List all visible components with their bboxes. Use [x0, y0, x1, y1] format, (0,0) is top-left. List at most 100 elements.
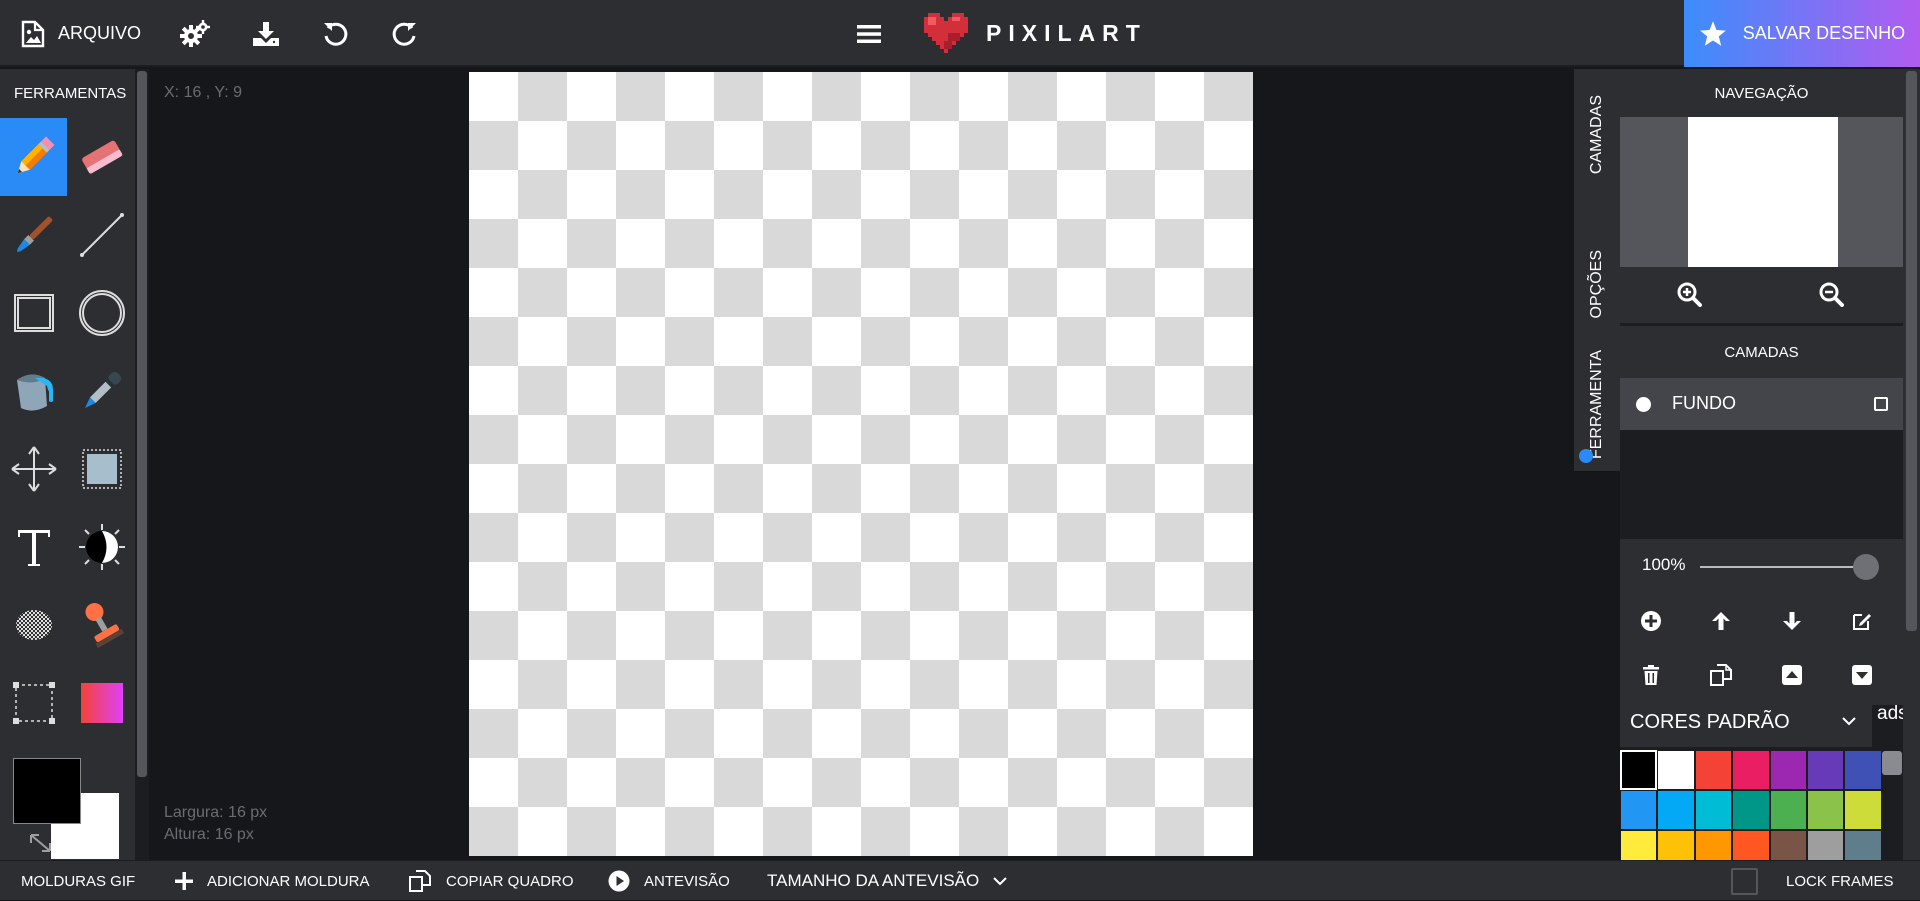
layers-title: CAMADAS [1620, 326, 1903, 378]
eyedropper-icon [84, 371, 121, 408]
download-icon [253, 21, 279, 46]
redo-button[interactable] [390, 0, 418, 67]
color-swatch[interactable] [1806, 750, 1845, 790]
download-button[interactable] [252, 0, 280, 67]
color-swatch[interactable] [1620, 750, 1658, 790]
gif-frames-label: MOLDURAS GIF [21, 872, 136, 890]
lighten-darken-icon [78, 524, 125, 570]
line-icon [79, 213, 124, 257]
tool-lighten[interactable] [68, 508, 135, 586]
merge-layer-up-button[interactable] [1772, 655, 1812, 695]
zoom-in-button[interactable] [1676, 281, 1702, 312]
layer-opacity-thumb[interactable] [1853, 554, 1879, 580]
tool-rectangle[interactable] [0, 274, 67, 352]
pixilart-logo[interactable]: PIXILART [924, 12, 1147, 54]
add-layer-button[interactable] [1631, 601, 1671, 641]
color-swatch[interactable] [1844, 790, 1882, 830]
tool-line[interactable] [68, 196, 135, 274]
tool-circle[interactable] [68, 274, 135, 352]
undo-button[interactable] [322, 0, 350, 67]
tab-tool-label: FERRAMENTA [1588, 350, 1605, 460]
color-swatch[interactable] [1694, 750, 1733, 790]
navigation-preview-area [1620, 117, 1903, 267]
tab-options[interactable]: OPÇÕES [1574, 224, 1620, 344]
file-menu-label: ARQUIVO [58, 23, 142, 43]
tools-scrollbar[interactable] [135, 69, 149, 860]
tool-dither[interactable] [0, 586, 67, 664]
right-panel-scrollbar[interactable] [1903, 69, 1920, 860]
lock-frames-checkbox[interactable]: LOCK FRAMES [1731, 861, 1894, 901]
move-layer-down-button[interactable] [1772, 601, 1812, 641]
swap-colors-icon[interactable] [28, 832, 54, 859]
tool-brush[interactable] [0, 196, 67, 274]
tool-crop[interactable] [0, 664, 67, 742]
copy-frame-button[interactable]: COPIAR QUADRO [408, 861, 574, 901]
color-swatch[interactable] [1769, 750, 1807, 790]
tab-options-label: OPÇÕES [1588, 249, 1605, 319]
save-drawing-button[interactable]: SALVAR DESENHO [1684, 0, 1920, 67]
tool-text[interactable] [0, 508, 67, 586]
color-swatch[interactable] [1732, 750, 1770, 790]
tool-gradient[interactable] [68, 664, 135, 742]
color-swatch[interactable] [1806, 790, 1845, 830]
color-swatch[interactable] [1620, 790, 1658, 830]
gradient-icon [80, 683, 123, 723]
arrow-down-icon [1783, 612, 1801, 630]
canvas-height: Altura: 16 px [164, 826, 254, 843]
layer-select-checkbox[interactable] [1874, 397, 1888, 411]
move-layer-up-button[interactable] [1701, 601, 1741, 641]
main-menu-button[interactable] [856, 0, 882, 67]
color-swatch[interactable] [1657, 750, 1695, 790]
layer-opacity-slider[interactable] [1700, 566, 1868, 568]
tool-eraser[interactable] [68, 118, 135, 196]
color-swatch[interactable] [1769, 790, 1807, 830]
file-menu-button[interactable]: ARQUIVO [20, 0, 141, 67]
tools-scrollbar-thumb[interactable] [137, 71, 147, 777]
pixel-heart-icon [924, 13, 968, 53]
palette-title: CORES PADRÃO [1630, 711, 1790, 733]
layer-item[interactable]: FUNDO [1620, 378, 1903, 430]
tab-layers[interactable]: CAMADAS [1574, 75, 1620, 195]
navigation-preview[interactable] [1688, 117, 1838, 267]
tab-layers-label: CAMADAS [1588, 95, 1605, 175]
tool-pencil[interactable] [0, 118, 67, 196]
color-swatch[interactable] [1694, 790, 1733, 830]
preview-size-dropdown[interactable]: TAMANHO DA ANTEVISÃO [767, 861, 1007, 901]
selection-icon [81, 449, 122, 489]
add-frame-button[interactable]: ADICIONAR MOLDURA [175, 861, 370, 901]
zoom-out-icon [1819, 282, 1844, 307]
primary-color-swatch[interactable] [13, 758, 81, 824]
palette-scrollbar-thumb[interactable] [1882, 751, 1902, 775]
plus-circle-icon [1641, 611, 1661, 631]
tool-selection[interactable] [68, 430, 135, 508]
color-swatch[interactable] [1844, 750, 1882, 790]
star-icon [1699, 21, 1726, 46]
tool-stamp[interactable] [68, 586, 135, 664]
color-swatch[interactable] [1657, 790, 1695, 830]
top-toolbar: ARQUIVO PIXILART SALVAR DESENHO [0, 0, 1920, 67]
arrow-up-icon [1712, 612, 1730, 630]
settings-button[interactable] [180, 0, 210, 67]
rename-layer-button[interactable] [1842, 601, 1882, 641]
zoom-out-button[interactable] [1818, 281, 1844, 312]
merge-layer-down-button[interactable] [1842, 655, 1882, 695]
right-panel-scrollbar-thumb[interactable] [1906, 71, 1917, 631]
stamp-icon [85, 603, 124, 649]
preview-button[interactable]: ANTEVISÃO [608, 861, 730, 901]
circle-icon [78, 290, 125, 336]
lock-frames-box[interactable] [1731, 867, 1758, 895]
color-palette [1620, 750, 1882, 870]
color-swatch[interactable] [1732, 790, 1770, 830]
gif-frames-toggle[interactable]: MOLDURAS GIF [21, 861, 135, 901]
delete-layer-button[interactable] [1631, 655, 1671, 695]
drawing-canvas[interactable] [469, 72, 1253, 856]
rectangle-icon [13, 294, 54, 332]
layer-visibility-toggle[interactable] [1636, 397, 1651, 412]
paint-bucket-icon [16, 374, 53, 411]
preview-label: ANTEVISÃO [644, 872, 730, 890]
palette-selector[interactable]: CORES PADRÃO [1620, 699, 1872, 747]
duplicate-layer-button[interactable] [1701, 655, 1741, 695]
tool-eyedropper[interactable] [68, 352, 135, 430]
tool-bucket[interactable] [0, 352, 67, 430]
tool-move[interactable] [0, 430, 67, 508]
